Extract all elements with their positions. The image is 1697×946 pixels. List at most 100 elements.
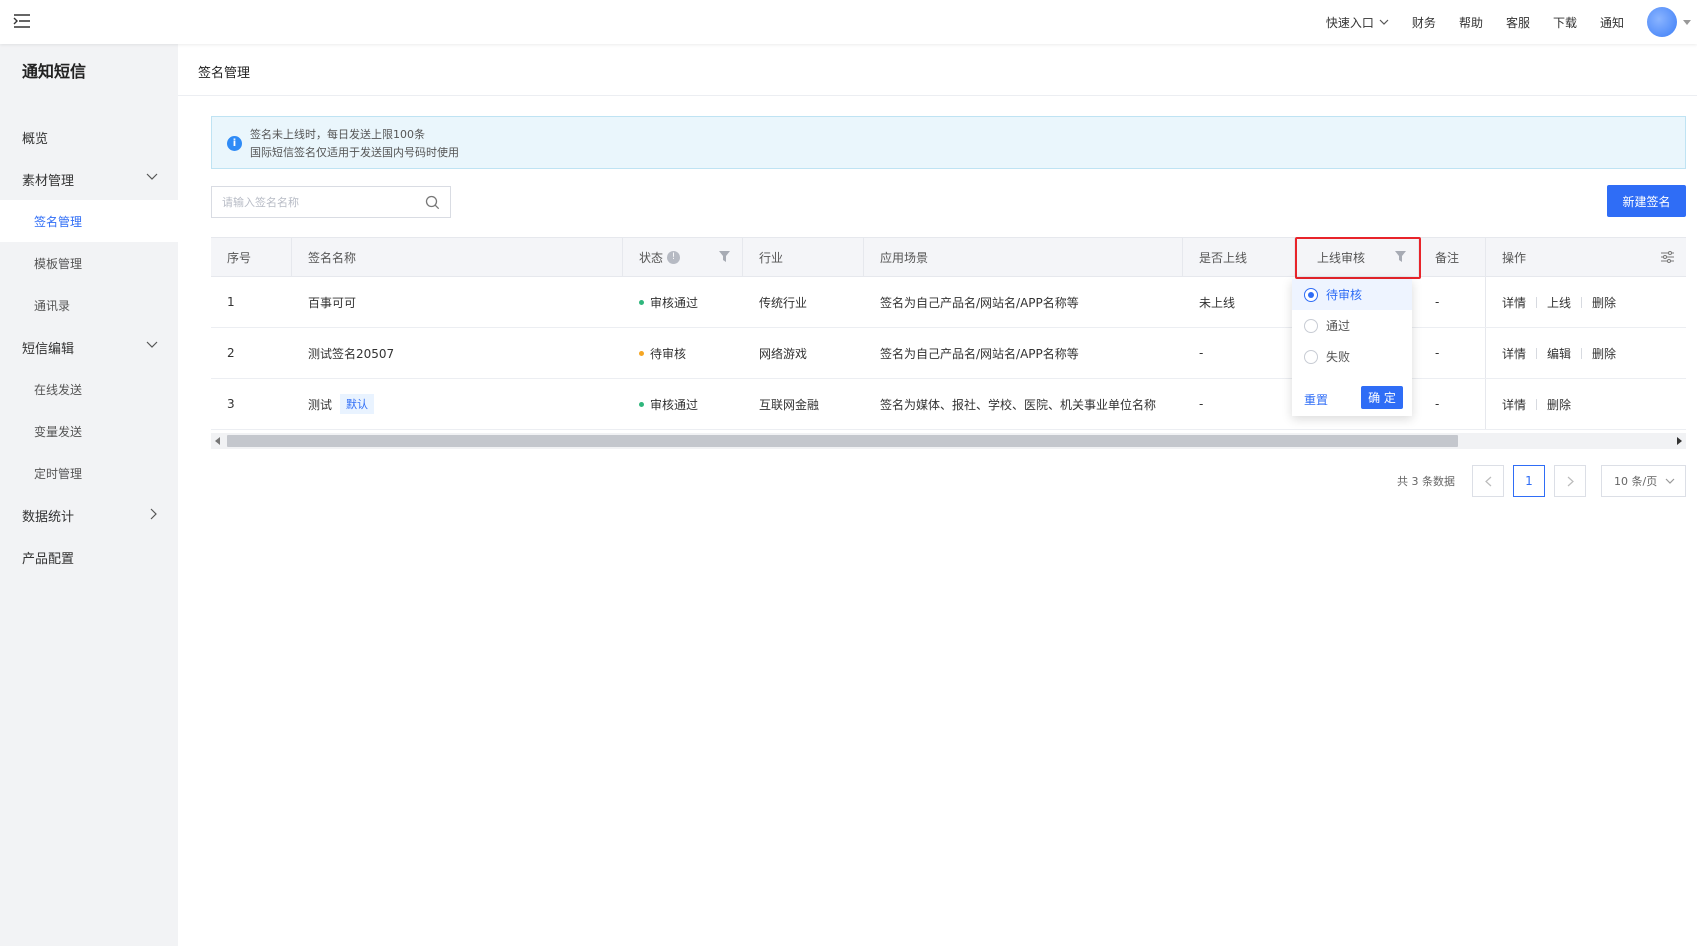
menu-toggle-icon[interactable] <box>12 11 32 31</box>
detail-link[interactable]: 详情 <box>1502 345 1526 362</box>
help-icon[interactable]: ! <box>667 250 681 264</box>
confirm-button[interactable]: 确 定 <box>1361 386 1403 409</box>
sidebar-item-label: 素材管理 <box>22 173 75 189</box>
sidebar-item-contacts[interactable]: 通讯录 <box>0 284 178 326</box>
sidebar-item-material[interactable]: 素材管理 <box>0 158 178 200</box>
sidebar-item-label: 签名管理 <box>34 214 83 229</box>
breadcrumb: 签名管理 <box>178 44 1697 96</box>
th-label: 签名名称 <box>308 250 357 265</box>
th-label: 序号 <box>227 250 252 265</box>
radio-button[interactable] <box>1304 318 1318 333</box>
th-label: 操作 <box>1502 250 1527 265</box>
sidebar-item-overview[interactable]: 概览 <box>0 116 178 158</box>
sidebar-item-sms-edit[interactable]: 短信编辑 <box>0 326 178 368</box>
topnav-help[interactable]: 帮助 <box>1459 14 1483 31</box>
divider <box>1536 347 1538 359</box>
scroll-left-icon[interactable] <box>215 437 221 445</box>
settings-sliders-icon[interactable] <box>1661 251 1674 263</box>
cell-scene: 签名为媒体、报社、学校、医院、机关事业单位名称 <box>880 397 1157 412</box>
go-online-link[interactable]: 上线 <box>1547 294 1571 311</box>
divider <box>1536 296 1538 308</box>
cell-index: 3 <box>227 397 235 411</box>
topnav-download[interactable]: 下载 <box>1553 14 1577 31</box>
pagination: 共 3 条数据 1 10 条/页 <box>1397 465 1686 497</box>
cell-status: 审核通过 <box>623 379 698 429</box>
table-row: 2 测试签名20507 待审核 网络游戏 签名为自己产品名/网站名/APP名称等… <box>211 328 1686 379</box>
radio-button[interactable] <box>1304 349 1318 364</box>
chevron-left-icon <box>1484 476 1491 486</box>
detail-link[interactable]: 详情 <box>1502 396 1526 413</box>
topnav-finance[interactable]: 财务 <box>1412 14 1436 31</box>
sidebar-item-schedule[interactable]: 定时管理 <box>0 452 178 494</box>
sidebar-item-stats[interactable]: 数据统计 <box>0 494 178 536</box>
delete-link[interactable]: 删除 <box>1547 396 1571 413</box>
table-row: 1 百事可可 审核通过 传统行业 签名为自己产品名/网站名/APP名称等 未上线… <box>211 277 1686 328</box>
cell-status: 待审核 <box>623 328 686 378</box>
status-text: 审核通过 <box>650 295 699 310</box>
sidebar-item-signature[interactable]: 签名管理 <box>0 200 178 242</box>
th-index: 序号 <box>211 238 292 276</box>
sidebar-item-label: 通讯录 <box>34 298 71 313</box>
notice-line-1: 签名未上线时，每日发送上限100条 <box>250 128 425 141</box>
quick-entry-dropdown[interactable]: 快速入口 <box>1326 14 1389 31</box>
name-text: 测试 <box>308 397 333 412</box>
delete-link[interactable]: 删除 <box>1592 345 1616 362</box>
next-page-button[interactable] <box>1554 465 1586 497</box>
topnav-service[interactable]: 客服 <box>1506 14 1530 31</box>
filter-icon[interactable] <box>719 251 730 262</box>
cell-industry: 互联网金融 <box>759 397 820 412</box>
th-label: 状态 <box>639 250 664 265</box>
sidebar-item-product[interactable]: 产品配置 <box>0 536 178 578</box>
cell-index: 1 <box>227 295 235 309</box>
th-label: 备注 <box>1435 250 1460 265</box>
caret-down-icon[interactable] <box>1683 19 1691 25</box>
page-number-button[interactable]: 1 <box>1513 465 1545 497</box>
cell-ops: 详情 上线 删除 <box>1485 277 1616 327</box>
sidebar-item-online-send[interactable]: 在线发送 <box>0 368 178 410</box>
status-dot <box>639 401 644 407</box>
option-label: 通过 <box>1326 319 1351 333</box>
chevron-down-icon <box>146 173 158 180</box>
cell-remark: - <box>1435 295 1440 309</box>
new-signature-button[interactable]: 新建签名 <box>1607 185 1686 217</box>
page-size-select[interactable]: 10 条/页 <box>1601 465 1686 497</box>
search-icon[interactable] <box>425 195 440 210</box>
cell-scene: 签名为自己产品名/网站名/APP名称等 <box>880 346 1079 361</box>
divider <box>1581 296 1583 308</box>
filter-option-pending[interactable]: 待审核 <box>1292 279 1412 310</box>
th-name: 签名名称 <box>292 238 623 276</box>
radio-button[interactable] <box>1304 287 1318 302</box>
scroll-right-icon[interactable] <box>1676 437 1682 445</box>
scroll-thumb[interactable] <box>227 435 1458 447</box>
avatar[interactable] <box>1647 7 1677 37</box>
search-input[interactable] <box>212 187 412 217</box>
th-ops: 操作 <box>1485 238 1686 276</box>
detail-link[interactable]: 详情 <box>1502 294 1526 311</box>
cell-online: - <box>1199 346 1204 360</box>
cell-status: 审核通过 <box>623 277 698 327</box>
reset-button[interactable]: 重置 <box>1304 391 1328 408</box>
cell-online: - <box>1199 397 1204 411</box>
status-dot <box>639 299 644 305</box>
info-notice: i 签名未上线时，每日发送上限100条 国际短信签名仅适用于发送国内号码时使用 <box>211 116 1686 169</box>
search-box <box>211 186 451 218</box>
sidebar-item-template[interactable]: 模板管理 <box>0 242 178 284</box>
edit-link[interactable]: 编辑 <box>1547 345 1571 362</box>
delete-link[interactable]: 删除 <box>1592 294 1616 311</box>
filter-option-failed[interactable]: 失败 <box>1292 341 1412 372</box>
th-label: 是否上线 <box>1199 250 1248 265</box>
prev-page-button[interactable] <box>1472 465 1504 497</box>
topnav-notification[interactable]: 通知 <box>1600 14 1624 31</box>
chevron-down-icon <box>1665 478 1675 484</box>
status-dot <box>639 350 644 356</box>
horizontal-scrollbar[interactable] <box>211 433 1686 449</box>
sidebar-item-variable-send[interactable]: 变量发送 <box>0 410 178 452</box>
filter-option-passed[interactable]: 通过 <box>1292 310 1412 341</box>
cell-remark: - <box>1435 346 1440 360</box>
cell-ops: 详情 编辑 删除 <box>1485 328 1616 378</box>
cell-ops: 详情 删除 <box>1485 379 1571 429</box>
total-count: 共 3 条数据 <box>1397 475 1455 488</box>
cell-name: 百事可可 <box>308 295 357 310</box>
table-row: 3 测试 默认 审核通过 互联网金融 签名为媒体、报社、学校、医院、机关事业单位名… <box>211 379 1686 430</box>
cell-scene: 签名为自己产品名/网站名/APP名称等 <box>880 295 1079 310</box>
